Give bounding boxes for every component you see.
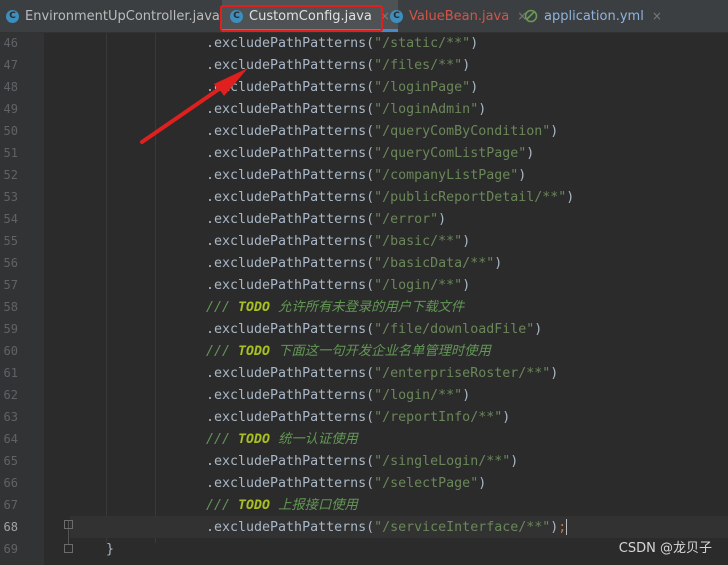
annotation-arrow — [140, 68, 248, 144]
watermark: CSDN @龙贝子 — [618, 541, 712, 556]
